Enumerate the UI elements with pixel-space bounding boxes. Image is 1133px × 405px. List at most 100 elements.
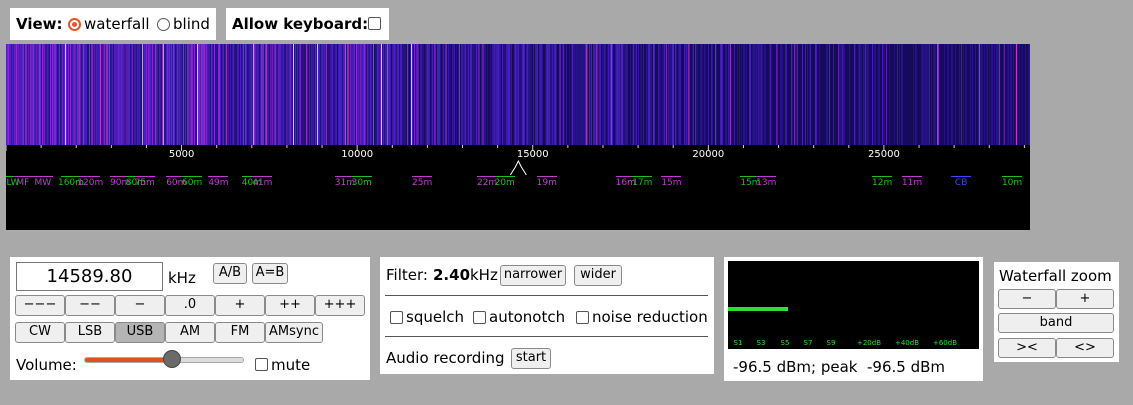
round-button[interactable]: .0	[165, 295, 215, 316]
band-label-20m[interactable]: 20m	[495, 178, 515, 188]
mute-label[interactable]: mute	[271, 356, 310, 374]
band-label-13m[interactable]: 13m	[756, 178, 776, 188]
band-label-25m[interactable]: 25m	[412, 178, 432, 188]
frequency-input[interactable]	[16, 262, 163, 291]
band-label-17m[interactable]: 17m	[632, 178, 652, 188]
mode-am-button[interactable]: AM	[165, 322, 215, 343]
waterfall-streak	[540, 44, 541, 145]
band-label-15m[interactable]: 15m	[661, 178, 681, 188]
mute-checkbox[interactable]	[255, 358, 268, 371]
waterfall-streak	[757, 44, 758, 145]
blind-radio[interactable]	[157, 18, 170, 31]
waterfall-streak	[400, 44, 401, 145]
band-label-19m[interactable]: 19m	[537, 178, 557, 188]
band-label-120m[interactable]: 120m	[77, 178, 103, 188]
waterfall-streak	[554, 44, 555, 145]
waterfall-streak	[579, 44, 580, 145]
band-label-11m[interactable]: 11m	[902, 178, 922, 188]
volume-thumb[interactable]	[162, 350, 181, 368]
step-up-2-button[interactable]: ++	[265, 295, 315, 316]
waterfall-streak	[34, 44, 35, 145]
waterfall-display[interactable]	[6, 44, 1030, 145]
waterfall-streak	[371, 44, 372, 145]
waterfall-streak	[755, 44, 756, 145]
autonotch-checkbox[interactable]	[473, 311, 486, 324]
smeter-scale-label: +60dB	[932, 339, 958, 347]
band-marker	[661, 176, 682, 177]
waterfall-streak	[232, 44, 233, 145]
band-label-30m[interactable]: 30m	[352, 178, 372, 188]
autonotch-label[interactable]: autonotch	[489, 308, 565, 326]
band-label-41m[interactable]: 41m	[252, 178, 272, 188]
mode-fm-button[interactable]: FM	[215, 322, 265, 343]
waterfall-streak	[83, 44, 84, 145]
waterfall-streak	[119, 44, 120, 145]
band-label-10m[interactable]: 10m	[1002, 178, 1022, 188]
waterfall-streak	[398, 44, 399, 145]
zoom-out-button[interactable]: −	[998, 289, 1056, 309]
band-label-MW[interactable]: MW	[35, 178, 52, 188]
waterfall-streak	[360, 44, 361, 145]
step-down-2-button[interactable]: −−	[65, 295, 115, 316]
waterfall-streak	[607, 44, 608, 145]
waterfall-streak	[25, 44, 26, 145]
waterfall-streak	[352, 44, 353, 145]
waterfall-streak	[931, 44, 932, 145]
band-label-12m[interactable]: 12m	[872, 178, 892, 188]
waterfall-streak	[151, 44, 152, 145]
mode-lsb-button[interactable]: LSB	[65, 322, 115, 343]
mode-usb-button[interactable]: USB	[115, 322, 165, 343]
allow-keyboard-checkbox[interactable]	[368, 17, 381, 30]
record-start-button[interactable]: start	[511, 348, 551, 369]
waterfall-streak	[108, 44, 109, 145]
waterfall-streak	[842, 44, 843, 145]
blind-option-label[interactable]: blind	[173, 15, 210, 33]
step-down-1-button[interactable]: −	[115, 295, 165, 316]
frequency-scale[interactable]: 5000 10000 15000 20000 25000 LW MF MW 160m 120m 9…	[6, 145, 1030, 230]
band-label-MF[interactable]: MF	[16, 178, 29, 188]
waterfall-streak	[308, 44, 309, 145]
a-equals-b-button[interactable]: A=B	[252, 263, 288, 284]
waterfall-streak	[838, 44, 839, 145]
waterfall-streak	[68, 44, 69, 145]
narrower-button[interactable]: narrower	[500, 265, 566, 286]
waterfall-streak	[980, 44, 981, 145]
ab-button[interactable]: A/B	[213, 263, 247, 284]
band-label-60m[interactable]: 60m	[182, 178, 202, 188]
waterfall-streak	[356, 44, 357, 145]
waterfall-radio[interactable]	[68, 18, 81, 31]
zoom-left-button[interactable]: ><	[998, 338, 1056, 358]
step-up-1-button[interactable]: +	[215, 295, 265, 316]
waterfall-streak	[147, 44, 148, 145]
mode-cw-button[interactable]: CW	[15, 322, 65, 343]
zoom-in-button[interactable]: +	[1056, 289, 1114, 309]
zoom-right-button[interactable]: <>	[1056, 338, 1114, 358]
waterfall-option-label[interactable]: waterfall	[84, 15, 150, 33]
waterfall-streak	[220, 44, 221, 145]
waterfall-streak	[313, 44, 314, 145]
waterfall-streak	[815, 44, 816, 145]
step-down-3-button[interactable]: −−−	[15, 295, 65, 316]
waterfall-streak	[304, 44, 305, 145]
noise-reduction-label[interactable]: noise reduction	[592, 308, 708, 326]
waterfall-streak	[587, 44, 588, 145]
waterfall-streak	[133, 44, 134, 145]
mode-amsync-button[interactable]: AMsync	[265, 322, 323, 343]
step-up-3-button[interactable]: +++	[315, 295, 365, 316]
waterfall-streak	[569, 44, 570, 145]
waterfall-streak	[689, 44, 690, 145]
waterfall-streak	[195, 44, 196, 145]
band-label-49m[interactable]: 49m	[208, 178, 228, 188]
squelch-checkbox[interactable]	[390, 311, 403, 324]
band-label-75m[interactable]: 75m	[135, 178, 155, 188]
waterfall-streak	[163, 44, 164, 145]
squelch-label[interactable]: squelch	[406, 308, 464, 326]
noise-reduction-checkbox[interactable]	[576, 311, 589, 324]
zoom-band-button[interactable]: band	[998, 313, 1114, 333]
volume-slider[interactable]	[84, 350, 244, 368]
wider-button[interactable]: wider	[574, 265, 622, 286]
waterfall-streak	[132, 44, 133, 145]
band-label-CB[interactable]: CB	[955, 178, 967, 188]
waterfall-streak	[556, 44, 557, 145]
waterfall-streak	[933, 44, 934, 145]
